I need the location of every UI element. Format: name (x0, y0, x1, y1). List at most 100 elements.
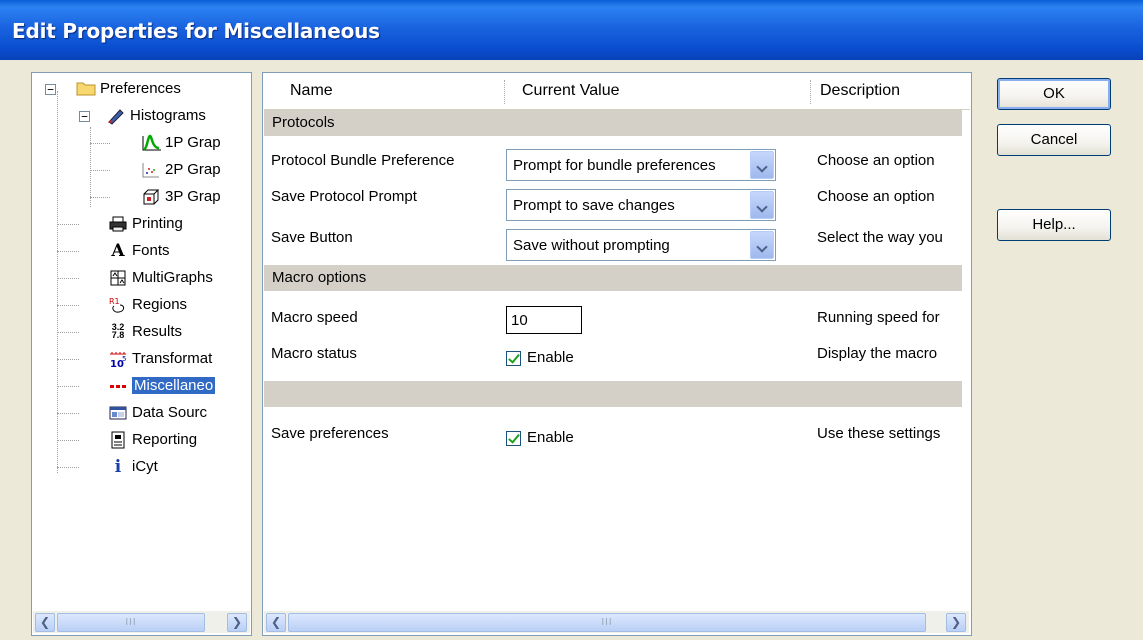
tree-item-transformation[interactable]: 10 5 Transformat (108, 347, 212, 371)
collapse-preferences-toggle[interactable]: − (45, 84, 56, 95)
reporting-icon (108, 431, 128, 449)
scroll-left-arrow-icon[interactable]: ❮ (266, 613, 286, 632)
tree-item-label: 3P Grap (165, 188, 221, 205)
scrollbar-thumb[interactable]: III (288, 613, 926, 632)
regions-icon: R1 (108, 296, 128, 314)
2p-graph-icon (141, 161, 161, 179)
row-name-macro-speed: Macro speed (271, 309, 358, 326)
tree-item-label: Reporting (132, 431, 198, 448)
tree-item-multigraphs[interactable]: MultiGraphs (108, 266, 213, 290)
results-icon: 3.2 7.8 (111, 322, 125, 341)
column-separator[interactable] (504, 80, 505, 104)
row-name-macro-status: Macro status (271, 345, 357, 362)
tree-item-1p-graph[interactable]: 1P Grap (141, 131, 221, 155)
tree-line (90, 127, 91, 207)
chevron-down-icon[interactable] (750, 191, 774, 219)
column-separator[interactable] (810, 80, 811, 104)
scroll-left-arrow-icon[interactable]: ❮ (35, 613, 55, 632)
property-grid[interactable]: Name Current Value Description Protocols… (262, 72, 972, 636)
tree-item-label: Transformat (132, 350, 213, 367)
tree-item-3p-graph[interactable]: 3P Grap (141, 185, 221, 209)
row-description: Choose an option (817, 188, 935, 205)
tree-item-icyt[interactable]: i iCyt (108, 455, 158, 479)
column-header-description[interactable]: Description (820, 82, 900, 100)
data-source-icon (108, 404, 128, 422)
chevron-down-icon[interactable] (750, 151, 774, 179)
save-preferences-checkbox[interactable] (506, 431, 521, 446)
miscellaneous-icon (108, 377, 128, 395)
3p-graph-icon (141, 188, 161, 206)
tree-item-label: iCyt (132, 458, 158, 475)
transformation-icon: 10 5 (108, 350, 128, 370)
tree-item-miscellaneous[interactable]: Miscellaneo (108, 374, 216, 398)
svg-text:R1: R1 (109, 297, 120, 306)
font-icon: A (111, 241, 125, 262)
ok-button[interactable]: OK (997, 78, 1111, 110)
folder-icon (76, 80, 96, 98)
dropdown-value: Save without prompting (513, 237, 670, 254)
section-macro-options: Macro options (264, 265, 962, 291)
tree-item-histograms[interactable]: Histograms (106, 104, 206, 128)
title-bar[interactable]: Edit Properties for Miscellaneous (0, 0, 1143, 60)
collapse-histograms-toggle[interactable]: − (79, 111, 90, 122)
save-button-dropdown[interactable]: Save without prompting (506, 229, 776, 261)
macro-status-checkbox[interactable] (506, 351, 521, 366)
grid-horizontal-scrollbar[interactable]: ❮ III ❯ (264, 611, 969, 633)
tree-item-data-source[interactable]: Data Sourc (108, 401, 207, 425)
row-description: Display the macro (817, 345, 938, 362)
tree-horizontal-scrollbar[interactable]: ❮ III ❯ (33, 611, 250, 633)
tree-line (57, 413, 79, 414)
column-header-current-value[interactable]: Current Value (522, 82, 620, 100)
protocol-bundle-dropdown[interactable]: Prompt for bundle preferences (506, 149, 776, 181)
row-description: Use these settings (817, 425, 941, 442)
multigraph-icon (108, 269, 128, 287)
row-name-save-button: Save Button (271, 229, 353, 246)
tree-item-label: Results (132, 323, 183, 340)
info-icon: i (114, 457, 122, 478)
row-name-save-preferences: Save preferences (271, 425, 389, 442)
tree-item-reporting[interactable]: Reporting (108, 428, 197, 452)
tree-line (90, 143, 110, 144)
dropdown-value: Prompt for bundle preferences (513, 157, 716, 174)
dropdown-value: Prompt to save changes (513, 197, 675, 214)
macro-speed-input[interactable] (506, 306, 582, 334)
tree-line (57, 440, 79, 441)
tree-line (57, 359, 79, 360)
cancel-button[interactable]: Cancel (997, 124, 1111, 156)
tree-line (90, 170, 110, 171)
tree-item-label: 2P Grap (165, 161, 221, 178)
checkbox-label: Enable (527, 429, 574, 446)
tree-line (57, 251, 79, 252)
grid-header: Name Current Value Description (264, 74, 970, 110)
tree-item-fonts[interactable]: A Fonts (108, 239, 169, 263)
chevron-down-icon[interactable] (750, 231, 774, 259)
tree-line (57, 91, 58, 473)
1p-graph-icon (141, 134, 161, 152)
tree-item-label: Regions (132, 296, 188, 313)
checkbox-label: Enable (527, 349, 574, 366)
preferences-tree[interactable]: − − Preferences Histograms 1P Grap 2P Gr… (31, 72, 252, 636)
scroll-right-arrow-icon[interactable]: ❯ (946, 613, 966, 632)
tree-item-label: Printing (132, 215, 183, 232)
tree-line (57, 278, 79, 279)
column-header-name[interactable]: Name (290, 82, 333, 100)
row-name-save-protocol-prompt: Save Protocol Prompt (271, 188, 417, 205)
tree-item-printing[interactable]: Printing (108, 212, 183, 236)
tree-item-regions[interactable]: R1 Regions (108, 293, 187, 317)
tree-item-preferences[interactable]: Preferences (76, 77, 181, 101)
window-title: Edit Properties for Miscellaneous (12, 19, 380, 43)
scroll-right-arrow-icon[interactable]: ❯ (227, 613, 247, 632)
tree-line (57, 386, 79, 387)
tree-item-label: Data Sourc (132, 404, 208, 421)
scrollbar-thumb[interactable]: III (57, 613, 205, 632)
svg-text:5: 5 (122, 355, 126, 363)
help-button[interactable]: Help... (997, 209, 1111, 241)
tree-item-2p-graph[interactable]: 2P Grap (141, 158, 221, 182)
save-protocol-prompt-dropdown[interactable]: Prompt to save changes (506, 189, 776, 221)
tree-line (57, 224, 79, 225)
tree-item-label: MultiGraphs (132, 269, 213, 286)
histogram-brush-icon (106, 107, 126, 125)
tree-item-results[interactable]: 3.2 7.8 Results (108, 320, 182, 344)
tree-item-label: Miscellaneo (132, 377, 216, 394)
tree-line (57, 332, 79, 333)
